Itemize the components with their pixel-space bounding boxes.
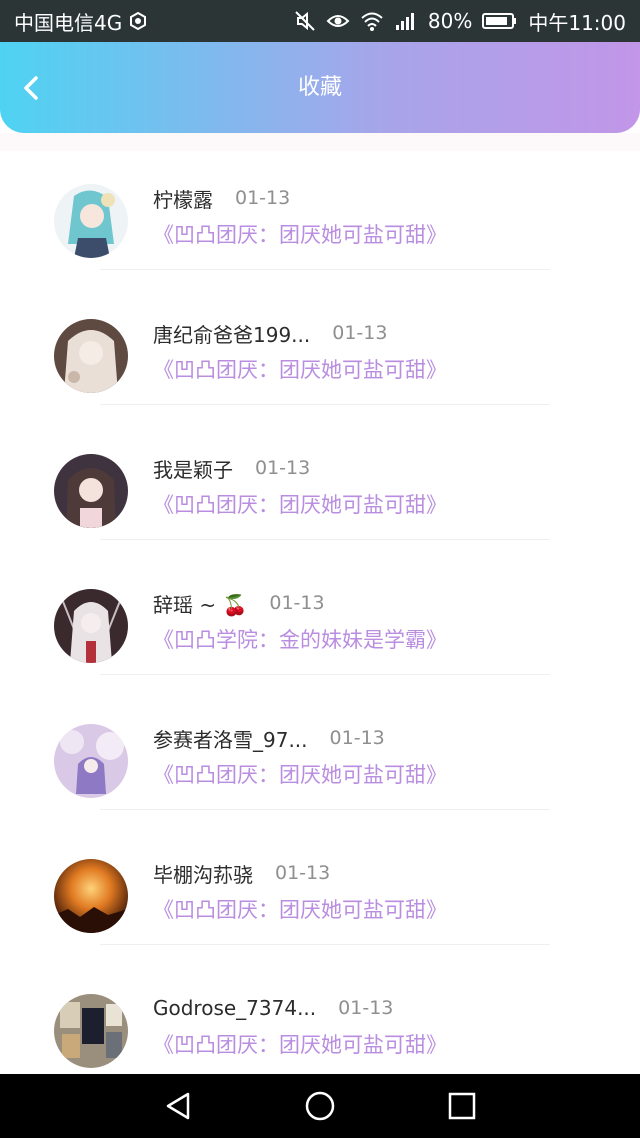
favorites-list: 柠檬露 01-13 《凹凸团厌：团厌她可盐可甜》 唐纪俞爸爸199... 01-… <box>0 151 640 1096</box>
divider <box>100 404 550 405</box>
user-name: 毕棚沟荪骁 <box>153 862 253 887</box>
favorite-date: 01-13 <box>275 862 331 884</box>
avatar <box>54 184 128 258</box>
name-row: 辞瑶 ~ 🍒 01-13 <box>153 585 325 621</box>
battery-icon <box>482 13 517 29</box>
avatar <box>54 454 128 528</box>
name-row: 毕棚沟荪骁 01-13 <box>153 855 330 891</box>
home-circle-icon[interactable] <box>302 1088 338 1124</box>
user-name: 柠檬露 <box>153 187 213 212</box>
favorite-date: 01-13 <box>329 727 385 749</box>
favorite-date: 01-13 <box>269 592 325 614</box>
story-title[interactable]: 《凹凸学院：金的妹妹是学霸》 <box>153 624 447 654</box>
user-name: 唐纪俞爸爸199... <box>153 322 311 347</box>
name-row: 唐纪俞爸爸199... 01-13 <box>153 315 387 351</box>
name-row: 参赛者洛雪_97... 01-13 <box>153 720 385 756</box>
mute-icon <box>295 11 315 31</box>
battery-percent: 80% <box>427 9 473 33</box>
user-name: 参赛者洛雪_97... <box>153 727 308 752</box>
avatar <box>54 859 128 933</box>
user-name: Godrose_7374... <box>153 996 317 1020</box>
status-bar: 中国电信4G 80% 中午11:00 <box>0 0 640 42</box>
favorite-date: 01-13 <box>338 997 394 1019</box>
back-triangle-icon[interactable] <box>160 1088 196 1124</box>
list-item[interactable]: 柠檬露 01-13 《凹凸团厌：团厌她可盐可甜》 <box>0 151 640 286</box>
divider <box>100 944 550 945</box>
story-title[interactable]: 《凹凸团厌：团厌她可盐可甜》 <box>153 219 447 249</box>
carrier-text: 中国电信4G <box>14 10 123 35</box>
signal-icon <box>395 13 414 30</box>
avatar <box>54 724 128 798</box>
page-title: 收藏 <box>297 75 342 100</box>
story-title[interactable]: 《凹凸团厌：团厌她可盐可甜》 <box>153 894 447 924</box>
avatar <box>54 319 128 393</box>
list-item[interactable]: 辞瑶 ~ 🍒 01-13 《凹凸学院：金的妹妹是学霸》 <box>0 556 640 691</box>
favorite-date: 01-13 <box>255 457 311 479</box>
user-name: 我是颖子 <box>153 457 233 482</box>
carrier-badge-icon <box>130 11 147 31</box>
wifi-icon <box>361 12 383 31</box>
story-title[interactable]: 《凹凸团厌：团厌她可盐可甜》 <box>153 489 447 519</box>
name-row: 柠檬露 01-13 <box>153 180 290 216</box>
list-item[interactable]: 唐纪俞爸爸199... 01-13 《凹凸团厌：团厌她可盐可甜》 <box>0 286 640 421</box>
system-nav-bar <box>0 1074 640 1138</box>
favorite-date: 01-13 <box>235 187 291 209</box>
list-item[interactable]: 我是颖子 01-13 《凹凸团厌：团厌她可盐可甜》 <box>0 421 640 556</box>
eye-icon <box>326 15 350 27</box>
avatar <box>54 994 128 1068</box>
favorite-date: 01-13 <box>332 322 388 344</box>
user-name: 辞瑶 ~ 🍒 <box>153 592 248 617</box>
story-title[interactable]: 《凹凸团厌：团厌她可盐可甜》 <box>153 759 447 789</box>
list-top-spacer <box>0 133 640 151</box>
list-item[interactable]: 参赛者洛雪_97... 01-13 《凹凸团厌：团厌她可盐可甜》 <box>0 691 640 826</box>
name-row: 我是颖子 01-13 <box>153 450 310 486</box>
story-title[interactable]: 《凹凸团厌：团厌她可盐可甜》 <box>153 1029 447 1059</box>
name-row: Godrose_7374... 01-13 <box>153 990 393 1026</box>
avatar <box>54 589 128 663</box>
chevron-left-icon[interactable] <box>14 70 50 106</box>
recents-square-icon[interactable] <box>444 1088 480 1124</box>
clock: 中午11:00 <box>528 10 626 35</box>
divider <box>100 269 550 270</box>
divider <box>100 809 550 810</box>
story-title[interactable]: 《凹凸团厌：团厌她可盐可甜》 <box>153 354 447 384</box>
list-item[interactable]: 毕棚沟荪骁 01-13 《凹凸团厌：团厌她可盐可甜》 <box>0 826 640 961</box>
divider <box>100 674 550 675</box>
divider <box>100 539 550 540</box>
header-bar: 收藏 <box>0 42 640 133</box>
